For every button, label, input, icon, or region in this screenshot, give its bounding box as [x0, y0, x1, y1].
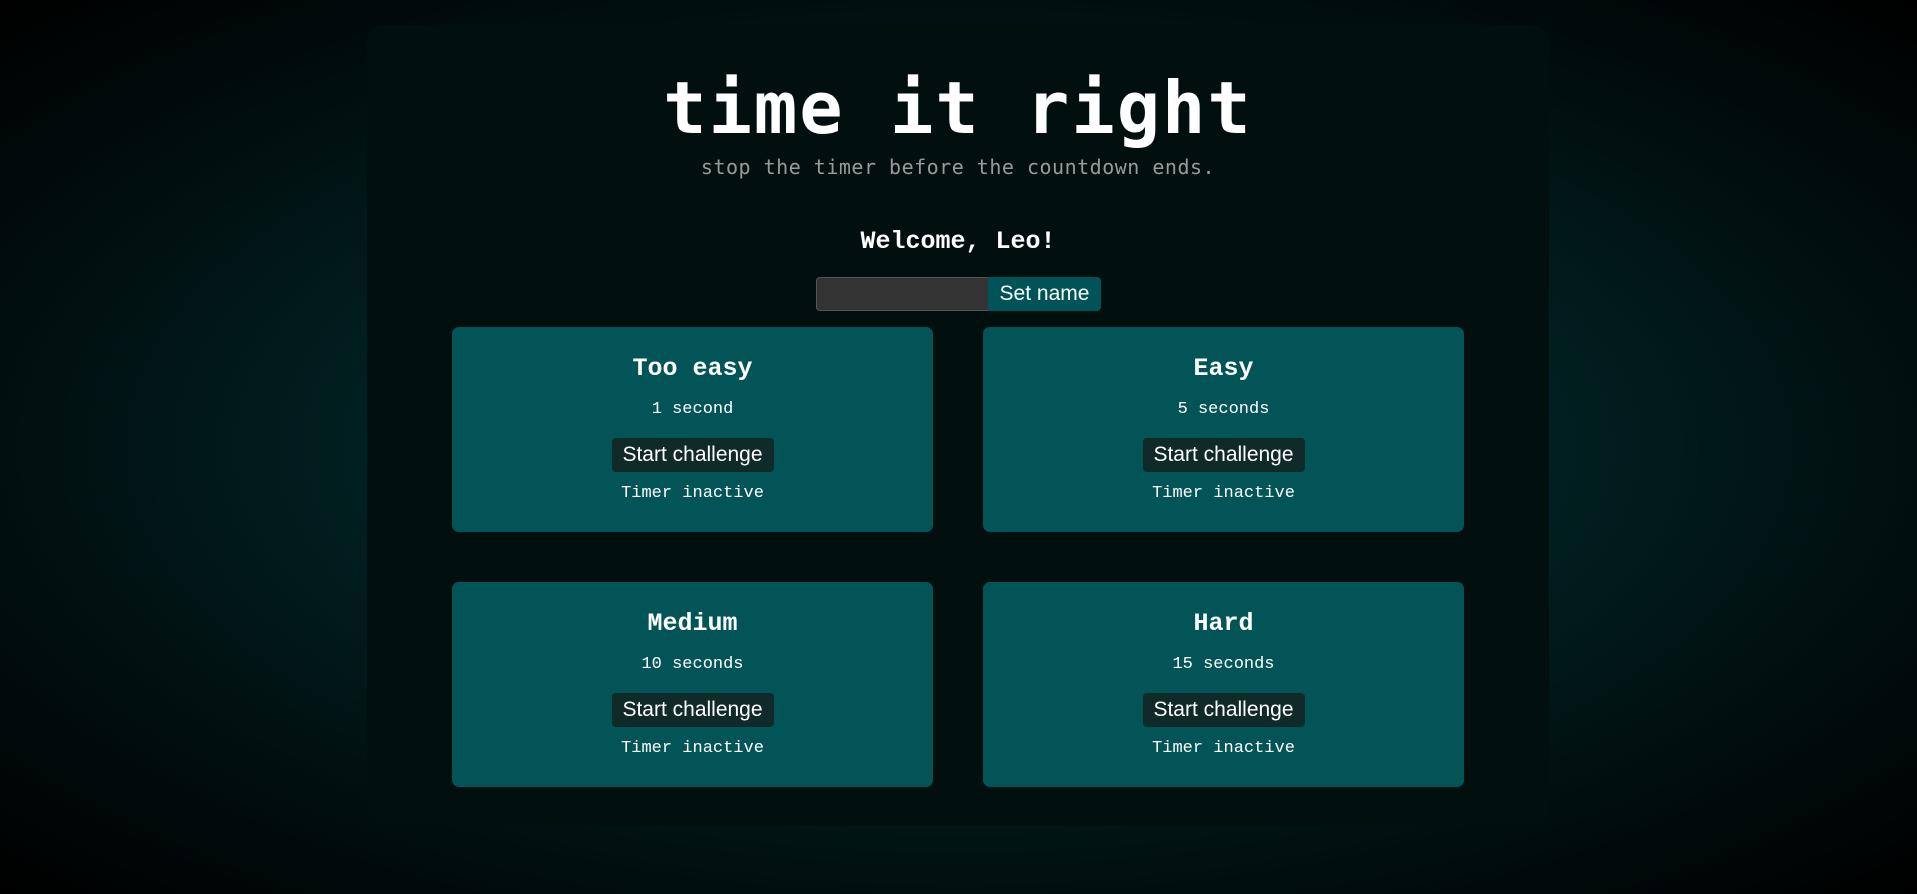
- start-challenge-button[interactable]: Start challenge: [1142, 693, 1305, 727]
- timer-status: Timer inactive: [621, 739, 764, 758]
- challenge-card-hard: Hard 15 seconds Start challenge Timer in…: [983, 582, 1464, 787]
- challenge-duration: 5 seconds: [1177, 400, 1270, 419]
- challenge-title: Medium: [647, 609, 738, 638]
- start-challenge-button[interactable]: Start challenge: [1142, 438, 1305, 472]
- timer-status: Timer inactive: [1152, 484, 1295, 503]
- challenge-duration: 15 seconds: [1172, 655, 1275, 674]
- start-challenge-button[interactable]: Start challenge: [611, 693, 774, 727]
- challenge-title: Hard: [1193, 609, 1254, 638]
- main-panel: time it right stop the timer before the …: [367, 25, 1549, 826]
- page-title: time it right: [663, 66, 1253, 150]
- name-form: Set name: [816, 277, 1101, 311]
- start-challenge-button[interactable]: Start challenge: [611, 438, 774, 472]
- challenge-title: Too easy: [632, 354, 753, 383]
- challenge-card-easy: Easy 5 seconds Start challenge Timer ina…: [983, 327, 1464, 532]
- set-name-button[interactable]: Set name: [988, 277, 1101, 311]
- welcome-message: Welcome, Leo!: [860, 227, 1056, 256]
- challenge-card-too-easy: Too easy 1 second Start challenge Timer …: [452, 327, 933, 532]
- challenge-title: Easy: [1193, 354, 1254, 383]
- challenge-duration: 1 second: [651, 400, 734, 419]
- page-subtitle: stop the timer before the countdown ends…: [700, 155, 1216, 179]
- timer-status: Timer inactive: [621, 484, 764, 503]
- timer-status: Timer inactive: [1152, 739, 1295, 758]
- name-input[interactable]: [816, 277, 988, 311]
- challenge-card-medium: Medium 10 seconds Start challenge Timer …: [452, 582, 933, 787]
- challenge-duration: 10 seconds: [641, 655, 744, 674]
